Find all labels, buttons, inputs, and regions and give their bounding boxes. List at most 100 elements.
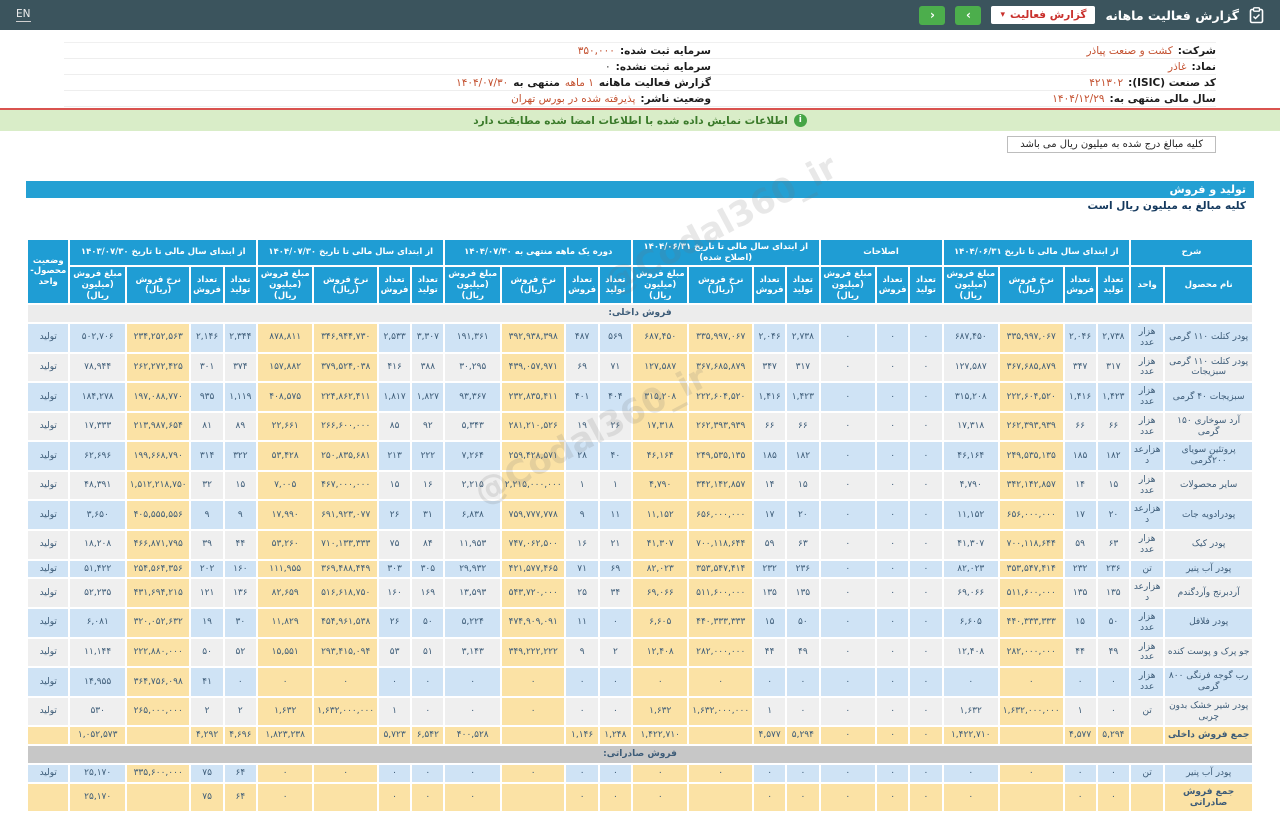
data-cell: ۲۵,۱۷۰ <box>68 763 127 784</box>
data-cell: ۵۳ <box>376 636 413 669</box>
data-cell: تولید <box>25 469 71 502</box>
product-row: پودر کتلت ۱۱۰ گرمی سبزیجات هزار عدد ۳۱۷ ۳۴۷… <box>25 351 1254 384</box>
data-cell: ۰ <box>908 577 944 610</box>
data-cell: ۴,۷۹۰ <box>631 469 690 502</box>
data-cell: ۰ <box>1062 781 1098 813</box>
column-header: تعداد تولید <box>785 265 821 306</box>
data-cell: ۰ <box>908 410 944 443</box>
data-cell: ۲۴۹,۵۳۵,۱۳۵ <box>997 440 1065 472</box>
data-cell: ۴,۶۹۶ <box>222 725 258 747</box>
product-row: سبزیجات ۴۰ گرمی هزار عدد ۱,۴۲۳ ۱,۴۱۶ ۲۲۲,۶۰۴… <box>25 381 1254 413</box>
data-cell: ۲۸ <box>564 440 600 472</box>
column-header: نام محصول <box>1163 265 1254 306</box>
data-cell: ۰ <box>874 666 911 698</box>
data-cell: ۱۱,۱۴۴ <box>68 636 127 669</box>
data-cell: ۵۳,۴۲۸ <box>255 440 315 472</box>
data-cell: ۵۱ <box>410 636 446 669</box>
signed-info-notice: اطلاعات نمایش داده شده با اطلاعات امضا ش… <box>0 110 1280 131</box>
data-cell <box>25 781 71 813</box>
report-type-dropdown[interactable]: گزارش فعالیت ▾ <box>991 6 1096 24</box>
data-cell: ۱,۶۳۲ <box>255 695 315 728</box>
data-cell: ۴۴ <box>1062 636 1098 669</box>
data-cell: ۷۱ <box>564 558 600 580</box>
data-cell: هزار عدد <box>1129 469 1166 502</box>
data-cell: ۲,۲۱۵ <box>443 469 502 502</box>
data-cell: ۴۰۴ <box>597 381 634 413</box>
data-cell: ۱۲۷,۵۸۷ <box>631 351 690 384</box>
info-value: ۱۴۰۴/۰۷/۳۰ <box>456 76 509 89</box>
data-cell: ۰ <box>1095 763 1132 784</box>
report-type-label: گزارش فعالیت <box>1009 9 1087 21</box>
data-cell: ۰ <box>751 666 788 698</box>
data-cell <box>499 781 567 813</box>
data-cell: ۳۰۱ <box>189 351 225 384</box>
data-cell: ۱۷,۳۱۸ <box>631 410 690 443</box>
data-cell: ۳۰,۲۹۵ <box>443 351 502 384</box>
column-header: نرخ فروش (ریال) <box>997 265 1065 306</box>
product-name-cell: سایر محصولات <box>1163 469 1254 502</box>
data-cell: ۰ <box>410 666 446 698</box>
data-cell: ۵۲ <box>222 636 258 669</box>
product-row: پودر آب پنیر تن ۲۳۶ ۲۳۲ ۳۵۳,۵۴۷,۴۱۴ ۸۲,۰۲۳ ۰ ۰ ۰… <box>25 558 1254 580</box>
data-cell: ۱۵ <box>376 469 413 502</box>
data-cell: ۶,۸۳۸ <box>443 499 502 532</box>
data-cell: ۶۹ <box>564 351 600 384</box>
info-value: غاذر <box>1168 60 1187 73</box>
category-label: فروش صادراتی: <box>26 744 1254 766</box>
data-cell: ۰ <box>312 763 379 784</box>
data-cell: هزار عدد <box>1129 607 1166 639</box>
data-cell: ۶۴ <box>222 781 258 813</box>
next-report-button[interactable]: › <box>955 5 982 25</box>
language-toggle[interactable]: EN <box>16 8 31 22</box>
data-cell: ۲۶ <box>376 499 413 532</box>
data-cell: ۰ <box>908 321 944 354</box>
data-cell: ۲ <box>189 695 225 728</box>
column-header: تعداد فروش <box>189 265 225 306</box>
previous-report-button[interactable]: ‹ <box>919 5 946 25</box>
data-cell: ۰ <box>908 666 944 698</box>
data-cell: ۵,۷۲۳ <box>376 725 413 747</box>
data-cell: ۳۴۲,۱۴۲,۸۵۷ <box>997 469 1065 502</box>
data-cell: ۱۴ <box>1062 469 1098 502</box>
data-cell <box>124 725 192 747</box>
data-cell: ۲۶۲,۳۹۳,۹۳۹ <box>687 410 754 443</box>
data-cell <box>997 725 1065 747</box>
data-cell: تولید <box>25 529 71 561</box>
data-cell: ۰ <box>908 381 944 413</box>
chevron-down-icon: ▾ <box>1000 9 1005 20</box>
data-cell: ۲۸۱,۲۱۰,۵۲۶ <box>499 410 567 443</box>
data-cell: ۱۱,۱۵۲ <box>631 499 690 532</box>
data-cell: تولید <box>25 351 71 384</box>
data-cell: ۰ <box>908 695 944 728</box>
data-cell: ۰ <box>222 666 258 698</box>
info-label: کد صنعت (ISIC): <box>1128 76 1216 89</box>
column-header: نرخ فروش (ریال) <box>312 265 379 306</box>
data-cell: ۰ <box>818 725 878 747</box>
data-cell: ۵۰ <box>785 607 821 639</box>
data-cell: ۰ <box>1062 763 1098 784</box>
data-cell: ۱۸۵ <box>751 440 788 472</box>
data-cell: ۱,۴۲۳ <box>1095 381 1132 413</box>
section-subtitle: کلیه مبالغ به میلیون ریال است <box>1087 200 1246 212</box>
data-cell: ۱۶۰ <box>222 558 258 580</box>
data-cell: ۰ <box>631 781 690 813</box>
page-title: گزارش فعالیت ماهانه <box>1105 7 1239 23</box>
data-cell: ۴۰۵,۵۵۵,۵۵۶ <box>124 499 192 532</box>
data-cell: ۰ <box>1095 781 1132 813</box>
data-cell: ۰ <box>1095 666 1132 698</box>
data-cell: ۴,۵۷۷ <box>1062 725 1098 747</box>
data-cell: ۰ <box>785 781 821 813</box>
column-group-header: از ابتدای سال مالی تا تاریخ ۱۴۰۴/۰۶/۳۱ (… <box>631 237 821 268</box>
data-cell: ۷۱ <box>597 351 634 384</box>
data-cell: ۱۶۹ <box>410 577 446 610</box>
column-header: مبلغ فروش (میلیون ریال) <box>818 265 878 306</box>
data-cell: ۲ <box>222 695 258 728</box>
data-cell: ۰ <box>874 577 911 610</box>
data-cell: ۶۹,۰۶۶ <box>941 577 1000 610</box>
info-value: کشت و صنعت پیاذر <box>1086 44 1173 57</box>
data-cell: ۲۳۶ <box>1095 558 1132 580</box>
data-cell: ۱,۶۳۲,۰۰۰,۰۰۰ <box>312 695 379 728</box>
data-cell: ۶,۰۸۱ <box>68 607 127 639</box>
data-cell: ۰ <box>818 577 878 610</box>
data-cell: ۲۵۴,۵۶۴,۳۵۶ <box>124 558 192 580</box>
